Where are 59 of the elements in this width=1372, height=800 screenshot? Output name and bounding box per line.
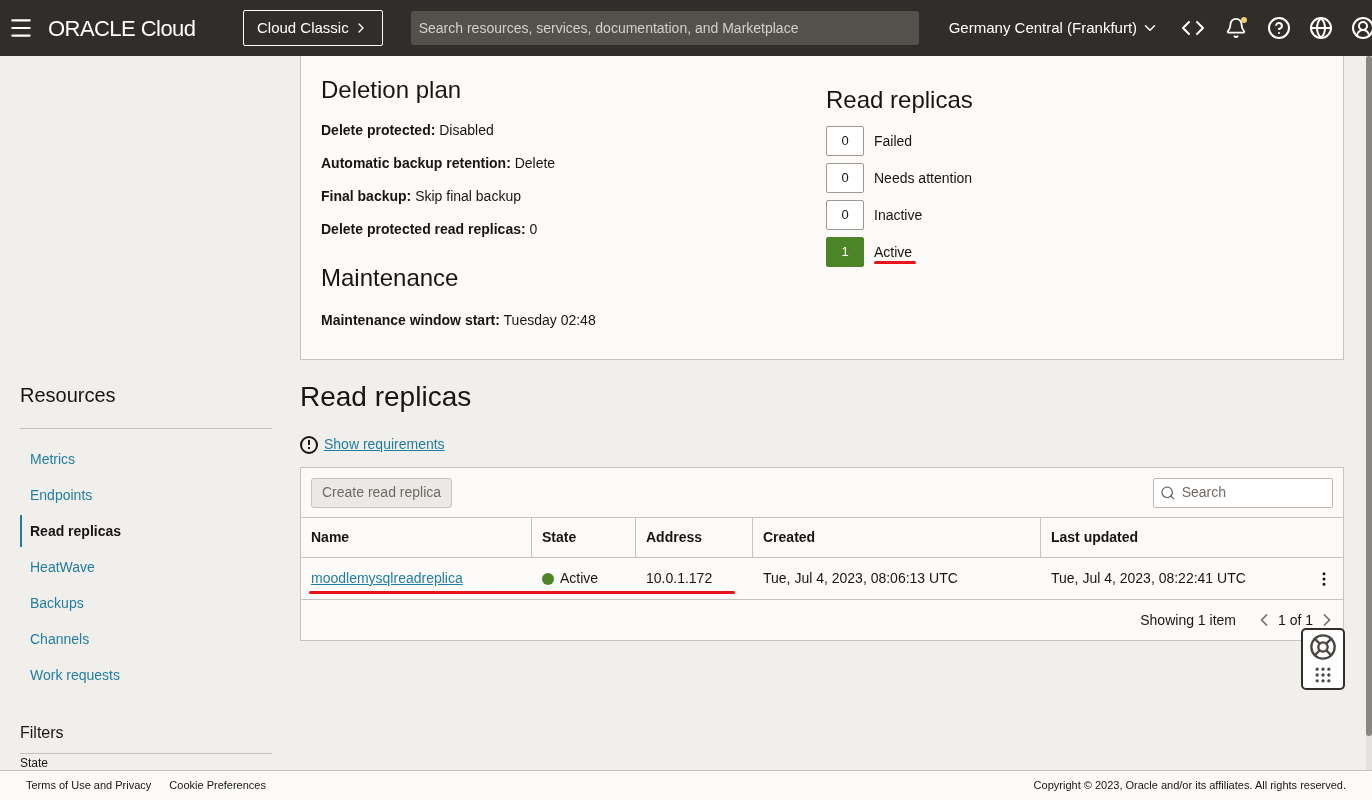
filters-title: Filters [20, 721, 272, 754]
detail-field: Maintenance window start: Tuesday 02:48 [321, 310, 826, 331]
section-title: Deletion plan [321, 75, 463, 105]
footer-link[interactable]: Cookie Preferences [169, 777, 266, 794]
scrollbar[interactable] [1366, 56, 1372, 770]
requirements-link[interactable]: Show requirements [324, 434, 445, 455]
section-title: Maintenance [321, 263, 460, 293]
sidebar-item[interactable]: Backups [20, 587, 272, 619]
search-input[interactable]: Search [1181, 482, 1326, 503]
replica-link[interactable]: moodlemysqlreadreplica [311, 568, 463, 589]
sidebar-item[interactable]: Work requests [20, 659, 272, 691]
pagination-summary: Showing 1 item [1140, 610, 1236, 630]
sidebar-item[interactable]: HeatWave [20, 551, 272, 583]
help-widget[interactable] [1301, 628, 1345, 690]
count-badge[interactable]: 1 [826, 237, 864, 267]
search-field[interactable]: Search resources, services, documentation, and Marketplace [410, 11, 919, 45]
column-header: State [532, 518, 636, 557]
count-badge[interactable]: 0 [826, 163, 864, 193]
help-icon[interactable] [1267, 16, 1292, 40]
info-icon [300, 435, 318, 454]
count-badge[interactable]: 0 [826, 200, 864, 230]
column-header: Name [301, 518, 532, 557]
count-label: Failed [874, 133, 913, 149]
profile-icon[interactable] [1351, 16, 1372, 40]
page-title: Read replicas [300, 380, 473, 414]
sidebar-item[interactable]: Metrics [20, 443, 272, 475]
lifebuoy-icon [1309, 633, 1337, 661]
count-label: Inactive [874, 207, 923, 223]
detail-field: Automatic backup retention: Delete [321, 153, 826, 174]
table-cell-text: Tue, Jul 4, 2023, 08:22:41 UTC [1051, 569, 1246, 588]
detail-field: Final backup: Skip final backup [321, 186, 826, 207]
count-label: Active [874, 244, 913, 260]
column-header: Last updated [1050, 528, 1140, 547]
create-read-replica-button[interactable]: Create read replica [311, 477, 453, 508]
grid-icon [1313, 665, 1333, 685]
filter-label: State [20, 756, 50, 770]
table-cell-text: 10.0.1.172 [646, 569, 713, 588]
sidebar-title: Resources [20, 380, 272, 429]
table-cell-text: Tue, Jul 4, 2023, 08:06:13 UTC [763, 569, 958, 588]
bell-icon[interactable] [1225, 17, 1248, 39]
count-label: Needs attention [874, 170, 973, 186]
sidebar-item[interactable]: Read replicas [20, 515, 272, 547]
section-title: Read replicas [826, 85, 973, 115]
count-badge[interactable]: 0 [826, 126, 864, 156]
footer-link[interactable]: Terms of Use and Privacy [26, 777, 152, 794]
sidebar-item[interactable]: Endpoints [20, 479, 272, 511]
detail-field: Delete protected: Disabled [321, 120, 826, 141]
detail-field: Delete protected read replicas: 0 [321, 219, 826, 240]
globe-icon[interactable] [1309, 16, 1334, 40]
region-selector[interactable]: Germany Central (Frankfurt) [948, 16, 1160, 40]
search-field[interactable]: Search [1153, 477, 1333, 508]
column-header: Created [753, 518, 1041, 557]
table-cell-text: Active [560, 569, 599, 588]
brand-logo[interactable]: ORACLE Cloud [48, 11, 228, 45]
column-header: Address [636, 518, 753, 557]
sidebar-item[interactable]: Channels [20, 623, 272, 655]
copyright-text: Copyright © 2023, Oracle and/or its affiliates. All rights reserved. [1033, 778, 1346, 794]
page-indicator: 1 of 1 [1277, 610, 1313, 630]
cloud-classic-button[interactable]: Cloud Classic [243, 10, 383, 46]
